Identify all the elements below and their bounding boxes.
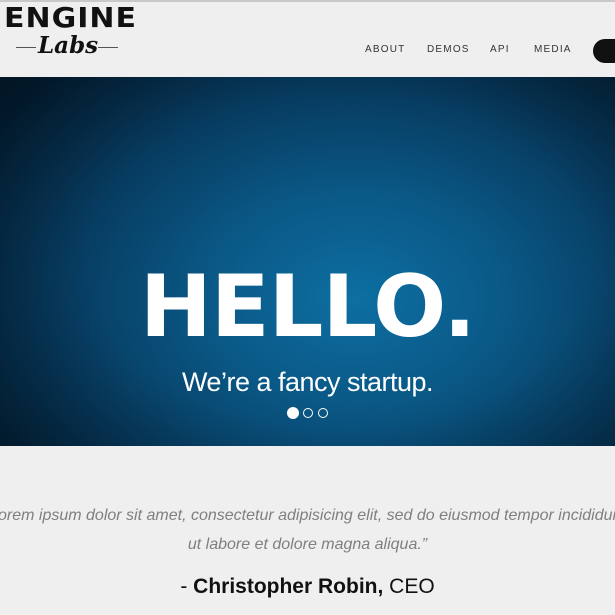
nav-link-demos[interactable]: DEMOS — [427, 44, 470, 56]
carousel-indicators — [287, 407, 332, 422]
quote-line-2: ut labore et dolore magna aliqua.” — [187, 536, 428, 553]
site-header: ENGINE Labs ABOUT DEMOS API MEDIA — [0, 2, 615, 78]
nav-link-api[interactable]: API — [490, 44, 510, 56]
testimonial-section: Lorem ipsum dolor sit amet, consectetur … — [0, 446, 615, 615]
logo[interactable]: ENGINE Labs — [4, 5, 136, 61]
testimonial-author: - Christopher Robin, CEO — [0, 573, 615, 601]
author-role: CEO — [383, 575, 435, 598]
carousel-dot-2[interactable] — [303, 408, 313, 418]
hero-banner: HELLO. We’re a fancy startup. — [0, 77, 615, 446]
hero-subtitle: We’re a fancy startup. — [181, 367, 434, 397]
logo-engine-text: ENGINE — [4, 2, 137, 35]
logo-labs-row: Labs — [4, 32, 128, 59]
carousel-dot-1[interactable] — [287, 407, 299, 419]
author-name: Christopher Robin, — [193, 575, 384, 598]
logo-labs-text: Labs — [38, 32, 99, 59]
author-prefix: - — [180, 575, 194, 598]
quote-line-1: Lorem ipsum dolor sit amet, consectetur … — [0, 507, 615, 524]
logo-rule-left — [16, 47, 36, 48]
hero-title: HELLO. — [139, 257, 476, 357]
logo-rule-right — [98, 47, 118, 48]
nav-link-about[interactable]: ABOUT — [365, 44, 405, 56]
carousel-dot-3[interactable] — [318, 408, 328, 418]
testimonial-quote: Lorem ipsum dolor sit amet, consectetur … — [0, 501, 615, 559]
nav-cta-button[interactable] — [593, 39, 615, 63]
nav-link-media[interactable]: MEDIA — [534, 44, 572, 56]
